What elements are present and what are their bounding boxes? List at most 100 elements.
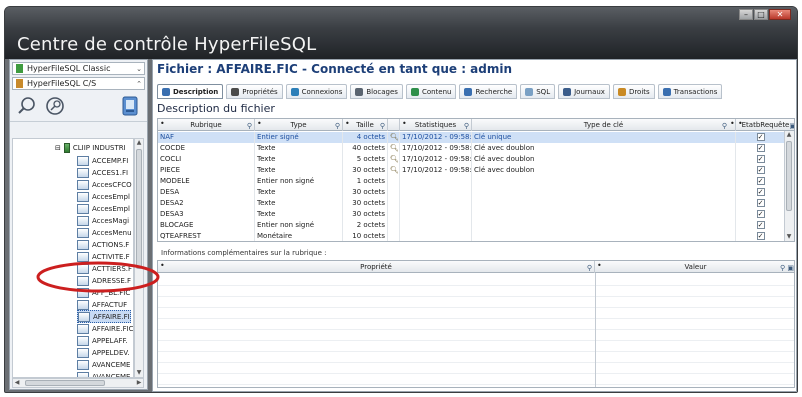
table-row[interactable]: COCDE Texte 40 octets 🔍︎ 17/10/2012 - 09:58:… (158, 143, 794, 154)
scroll-left-icon[interactable]: ◀ (13, 379, 21, 387)
search-icon[interactable] (16, 95, 38, 117)
tab-blocages[interactable]: Blocages (350, 84, 403, 99)
scroll-up-icon[interactable]: ▲ (785, 131, 793, 139)
tab-label: Transactions (673, 87, 718, 96)
col-header-type[interactable]: • Type ⚲ (255, 119, 343, 131)
scroll-thumb[interactable] (136, 149, 142, 269)
col-header-rubrique[interactable]: • Rubrique ⚲ (158, 119, 255, 131)
col-header-statistiques[interactable]: • Statistiques ⚲ (400, 119, 472, 131)
minimize-icon[interactable]: – (739, 9, 753, 20)
chevron-down-icon[interactable]: ⌄ (134, 65, 144, 73)
cell-rubrique: DESA3 (158, 209, 255, 220)
cell-type: Texte (255, 165, 343, 176)
checkbox[interactable]: ✓ (756, 133, 765, 141)
col-header-etat[interactable]: •EtatbRequête▣ (736, 119, 794, 131)
tree-horizontal-scrollbar[interactable]: ◀ ▶ (12, 378, 144, 388)
cell-stats (400, 187, 472, 198)
checkbox[interactable]: ✓ (756, 199, 765, 207)
file-icon (77, 239, 89, 250)
cell-typecle (472, 220, 736, 231)
tree-vertical-scrollbar[interactable]: ▲ ▼ (134, 138, 144, 378)
file-tree[interactable]: ⊟ CLIIP INDUSTRI ACCEMP.FI ACCES1.FI AccesCF… (12, 138, 134, 378)
cell-typecle (472, 176, 736, 187)
scroll-up-icon[interactable]: ▲ (135, 139, 143, 147)
col-header-taille[interactable]: • Taille ⚲ (343, 119, 388, 131)
section-title: Description du fichier (157, 102, 275, 115)
table-row[interactable]: COCLI Texte 5 octets 🔍︎ 17/10/2012 - 09:58: C… (158, 154, 794, 165)
tab-label: Connexions (301, 87, 343, 96)
table-row[interactable]: DESA2 Texte 30 octets ✓ (158, 198, 794, 209)
tab-journaux[interactable]: Journaux (558, 84, 610, 99)
file-icon (77, 203, 89, 214)
tree-item[interactable]: AVANCEME (77, 370, 130, 377)
scroll-right-icon[interactable]: ▶ (135, 379, 143, 387)
col-header-propriete[interactable]: • Propriété ⚲ (158, 261, 595, 273)
table-row[interactable]: NAF Entier signé 4 octets 🔍︎ 17/10/2012 - 09… (158, 132, 794, 143)
col-header-type-de-cle[interactable]: • Type de clé ⚲ (472, 119, 736, 131)
checkbox[interactable]: ✓ (756, 188, 765, 196)
tab-label: Contenu (421, 87, 452, 96)
tab-transactions[interactable]: Transactions (657, 84, 723, 99)
chevron-up-icon[interactable]: ⌃ (134, 80, 144, 88)
file-icon (77, 227, 89, 238)
col-header-valeur[interactable]: • Valeur ⚲ ▣ (595, 261, 794, 273)
tab-contenu[interactable]: Contenu (405, 84, 457, 99)
scroll-thumb[interactable] (786, 141, 792, 211)
hscroll-thumb[interactable] (25, 380, 105, 386)
checkbox[interactable]: ✓ (756, 221, 765, 229)
refresh-icon[interactable] (119, 95, 141, 117)
etat-cell: ✓ (736, 220, 786, 231)
search-icon: ⚲ (334, 122, 340, 130)
cell-taille: 40 octets (343, 143, 388, 154)
scroll-down-icon[interactable]: ▼ (135, 369, 143, 377)
tab-label: Droits (628, 87, 650, 96)
tab-recherche[interactable]: Recherche (459, 84, 518, 99)
checkbox[interactable]: ✓ (756, 232, 765, 240)
rights-icon (617, 87, 626, 96)
cell-taille: 30 octets (343, 198, 388, 209)
empty-row-line (158, 351, 794, 352)
cell-stats: 17/10/2012 - 09:58: (402, 132, 472, 143)
etat-cell: ✓ (736, 231, 786, 241)
table-row[interactable]: MODELE Entier non signé 1 octets ✓ (158, 176, 794, 187)
search-icon: ⚲ (721, 122, 727, 130)
search-icon: ⚲ (379, 122, 385, 130)
expand-icon[interactable]: ⊟ (55, 144, 61, 152)
tab-label: Propriétés (242, 87, 278, 96)
file-icon (77, 323, 89, 334)
tab-label: SQL (536, 87, 551, 96)
tab-connexions[interactable]: Connexions (285, 84, 348, 99)
tree-item-label: APPELAFF. (92, 336, 128, 345)
file-icon (77, 155, 89, 166)
scroll-down-icon[interactable]: ▼ (785, 233, 793, 241)
tree-item-label: AFF_BL.FIC (92, 288, 131, 297)
classic-combo[interactable]: HyperFileSQL Classic ⌄ (12, 62, 145, 75)
cell-type: Texte (255, 143, 343, 154)
tab-droits[interactable]: Droits (612, 84, 655, 99)
tab-description[interactable]: Description (157, 84, 224, 99)
file-icon (77, 263, 89, 274)
empty-row-line (158, 296, 794, 297)
table-row[interactable]: QTEAFREST Monétaire 10 octets ✓ (158, 231, 794, 241)
zoom-icon[interactable] (44, 95, 66, 117)
checkbox[interactable]: ✓ (756, 210, 765, 218)
checkbox[interactable]: ✓ (756, 177, 765, 185)
file-icon (77, 179, 89, 190)
checkbox[interactable]: ✓ (756, 144, 765, 152)
table-row[interactable]: PIECE Texte 30 octets 🔍︎ 17/10/2012 - 09:58:… (158, 165, 794, 176)
table-row[interactable]: DESA3 Texte 30 octets ✓ (158, 209, 794, 220)
table-row[interactable]: DESA Texte 30 octets ✓ (158, 187, 794, 198)
tree-item-label: AccesEmpl (92, 204, 130, 213)
title-bar[interactable]: Centre de contrôle HyperFileSQL – □ ✕ (5, 7, 797, 59)
checkbox[interactable]: ✓ (756, 155, 765, 163)
cs-combo[interactable]: HyperFileSQL C/S ⌃ (12, 77, 145, 90)
file-icon (77, 335, 89, 346)
tab-sql[interactable]: SQL (520, 84, 556, 99)
table-row[interactable]: BLOCAGE Entier non signé 2 octets ✓ (158, 220, 794, 231)
grid-vertical-scrollbar[interactable]: ▲ ▼ (784, 131, 794, 241)
maximize-icon[interactable]: □ (754, 9, 768, 20)
tab-proprits[interactable]: Propriétés (226, 84, 283, 99)
tree-root[interactable]: ⊟ CLIIP INDUSTRI (55, 141, 126, 154)
close-icon[interactable]: ✕ (769, 9, 791, 20)
checkbox[interactable]: ✓ (756, 166, 765, 174)
